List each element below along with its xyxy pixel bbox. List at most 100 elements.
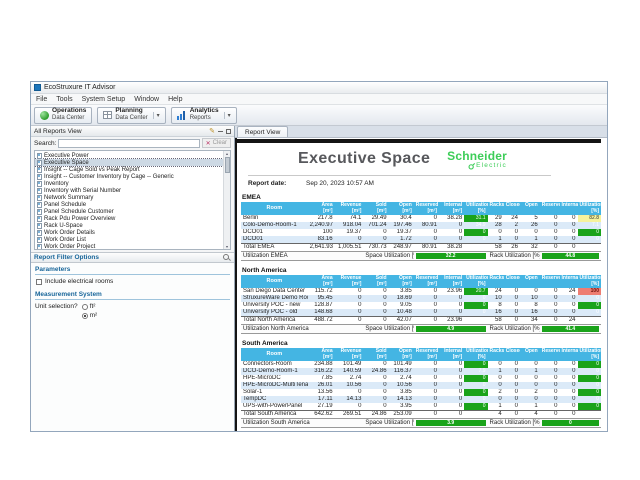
tree-scrollbar[interactable]: ▴ ▾	[223, 151, 230, 249]
table-cell: 115.72	[308, 288, 335, 295]
table-cell: 116.37	[389, 368, 414, 375]
table-cell: 0	[540, 361, 560, 368]
planning-button-subtitle: Data Center	[115, 115, 147, 121]
rack-utilization-cell: 0	[578, 229, 601, 236]
table-cell: 128.87	[308, 302, 335, 309]
tree-item[interactable]: Work Order List	[35, 236, 223, 243]
maximize-icon[interactable]	[226, 129, 231, 134]
unit-option-m2[interactable]: m²	[82, 312, 98, 319]
tree-item[interactable]: Rack U-Space	[35, 222, 223, 229]
radio-icon[interactable]	[82, 313, 88, 319]
table-cell: 10.48	[389, 309, 414, 317]
tree-item[interactable]: Work Order Project	[35, 243, 223, 249]
table-cell: 0	[520, 288, 540, 295]
column-header: Internal	[560, 348, 578, 361]
space-utilization-cell: 0	[464, 236, 487, 244]
table-cell: 0	[335, 403, 364, 411]
table-cell: 24	[504, 215, 520, 222]
rack-utilization-label: Rack Utilization [%]	[488, 419, 540, 428]
table-cell: 0	[363, 403, 388, 411]
table-cell: 0	[504, 396, 520, 403]
column-header: Utilization[%]	[578, 275, 601, 288]
space-utilization-cell: 0	[464, 389, 487, 396]
table-cell: 0	[504, 229, 520, 236]
report-doc-icon	[37, 181, 42, 187]
table-cell: 140.59	[335, 368, 364, 375]
menu-item-tools[interactable]: Tools	[56, 96, 72, 103]
pencil-icon[interactable]: ✎	[209, 128, 215, 135]
unit-option-ft2-label: ft²	[90, 303, 96, 310]
menu-item-window[interactable]: Window	[134, 96, 159, 103]
column-header: Open[m²]	[389, 275, 414, 288]
table-cell: 1	[520, 368, 540, 375]
table-cell	[464, 244, 487, 252]
clear-button[interactable]: ✕ Clear	[202, 138, 231, 148]
space-utilization-cell: 0	[464, 403, 487, 411]
tree-item[interactable]: Network Summary	[35, 194, 223, 201]
table-cell: 148.68	[308, 309, 335, 317]
radio-icon[interactable]	[82, 304, 88, 310]
report-date-row: Report date: Sep 20, 2023 10:57 AM	[248, 180, 601, 187]
space-utilization-cell: 0	[464, 382, 487, 389]
menu-item-system-setup[interactable]: System Setup	[82, 96, 126, 103]
scroll-down-icon[interactable]: ▾	[226, 244, 228, 249]
column-header: Open[m²]	[389, 202, 414, 215]
menu-item-file[interactable]: File	[36, 96, 47, 103]
menu-item-help[interactable]: Help	[168, 96, 182, 103]
filter-options-icon[interactable]	[223, 254, 231, 262]
tree-item[interactable]: Insight -- Customer Inventory by Cage --…	[35, 173, 223, 180]
table-cell: 30.4	[389, 215, 414, 222]
tab-report-view[interactable]: Report View	[237, 126, 288, 137]
checkbox-icon[interactable]	[36, 279, 42, 285]
table-cell: 24.86	[363, 411, 388, 419]
tree-item[interactable]: Panel Schedule Customer	[35, 208, 223, 215]
include-electrical-rooms-option[interactable]: Include electrical rooms	[36, 278, 230, 285]
tree-item[interactable]: Panel Schedule	[35, 201, 223, 208]
column-header: Reserved[m²]	[414, 202, 439, 215]
minimize-icon[interactable]	[218, 131, 223, 132]
table-cell: 217.8	[308, 215, 335, 222]
column-header: Reserved	[540, 275, 560, 288]
planning-button[interactable]: Planning Data Center ▾	[97, 107, 165, 124]
filter-options-title: Report Filter Options	[34, 254, 99, 261]
tree-item[interactable]: Executive Space	[35, 159, 223, 166]
table-cell: 0	[363, 317, 388, 325]
tree-item[interactable]: Rack Pdu Power Overview	[35, 215, 223, 222]
tree-item[interactable]: Inventory	[35, 180, 223, 187]
planning-dropdown-caret-icon[interactable]: ▾	[153, 112, 160, 119]
table-cell: 0	[335, 309, 364, 317]
tree-item-label: Executive Power	[44, 153, 89, 159]
tree-item[interactable]: Executive Power	[35, 152, 223, 159]
table-cell: 918.04	[335, 222, 364, 229]
scrollbar-thumb[interactable]	[225, 157, 230, 173]
analytics-dropdown-caret-icon[interactable]: ▾	[224, 112, 231, 119]
table-cell: 0	[414, 368, 439, 375]
clear-button-label: Clear	[213, 140, 227, 146]
table-cell: 34	[520, 317, 540, 325]
utilization-summary-row: Utilization EMEASpace Utilization [%]32.…	[241, 252, 601, 261]
tree-item[interactable]: Inventory with Serial Number	[35, 187, 223, 194]
column-header: Closed	[504, 275, 520, 288]
analytics-button[interactable]: Analytics Reports ▾	[171, 107, 237, 124]
room-cell: HPE-MicroDC-MultiTenant	[241, 382, 308, 389]
search-input[interactable]	[58, 139, 199, 148]
planning-grid-icon	[103, 111, 112, 119]
schneider-logo-text: Schneider	[447, 150, 507, 162]
table-cell: 0	[363, 389, 388, 396]
table-cell: 5	[520, 215, 540, 222]
unit-option-ft2[interactable]: ft²	[82, 303, 98, 310]
tree-item[interactable]: Work Order Details	[35, 229, 223, 236]
title-bar[interactable]: EcoStruxure IT Advisor	[31, 82, 607, 94]
table-cell: 8	[488, 302, 504, 309]
table-cell: 0	[414, 396, 439, 403]
filter-options-header[interactable]: Report Filter Options	[31, 252, 234, 263]
operations-button[interactable]: Operations Data Center	[34, 107, 92, 124]
region-title: North America	[242, 267, 601, 274]
scroll-up-icon[interactable]: ▴	[226, 151, 228, 156]
table-cell: 101.49	[335, 361, 364, 368]
report-viewer[interactable]: Executive Space Schneider Electric	[235, 138, 607, 431]
tree-item[interactable]: Insight -- Cage Sold vs Peak Report	[35, 166, 223, 173]
table-cell: 74.1	[335, 215, 364, 222]
table-cell: 0	[560, 244, 578, 252]
report-body: EMEARoomArea[m²]Revenue[m²]Sold[m²]Open[…	[241, 194, 601, 428]
